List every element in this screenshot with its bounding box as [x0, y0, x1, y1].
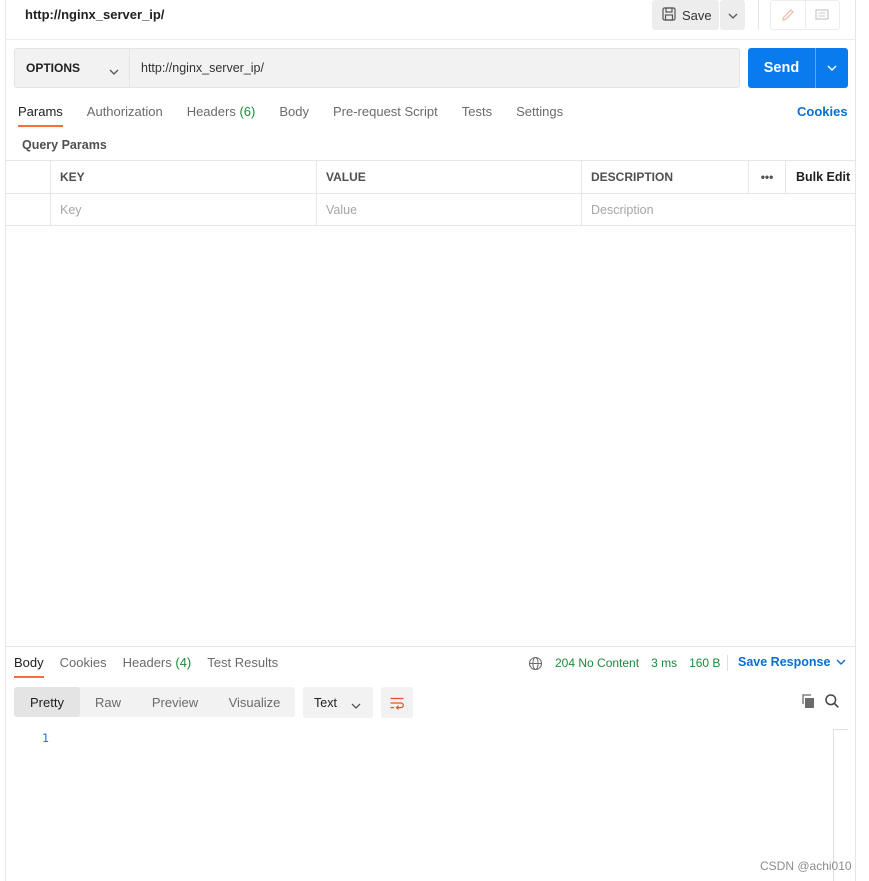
request-tabs: Params Authorization Headers (6) Body Pr… — [18, 104, 587, 128]
app-frame — [5, 0, 856, 881]
send-button-group: Send — [748, 48, 848, 88]
table-row: Key Value Description — [5, 193, 856, 226]
column-key: KEY — [50, 161, 316, 193]
save-response-button[interactable]: Save Response — [738, 655, 846, 669]
copy-icon[interactable] — [800, 693, 816, 714]
tab-pre-request-script[interactable]: Pre-request Script — [333, 104, 438, 128]
chevron-down-icon — [109, 64, 119, 78]
comment-icon — [815, 9, 829, 20]
response-size[interactable]: 160 B — [689, 656, 720, 670]
response-tabs: Body Cookies Headers (4) Test Results — [14, 655, 294, 679]
chevron-down-icon — [836, 659, 846, 665]
comments-button[interactable] — [806, 1, 840, 29]
response-tab-body[interactable]: Body — [14, 655, 44, 679]
format-label: Text — [314, 695, 337, 710]
tab-headers[interactable]: Headers (6) — [187, 104, 256, 128]
side-actions — [770, 0, 840, 30]
method-label: OPTIONS — [26, 61, 81, 75]
wrap-lines-button[interactable] — [381, 687, 413, 718]
save-options-button[interactable] — [720, 0, 745, 30]
chevron-down-icon — [827, 65, 837, 71]
response-tab-test-results[interactable]: Test Results — [207, 655, 278, 679]
tab-settings[interactable]: Settings — [516, 104, 563, 128]
response-tab-headers[interactable]: Headers (4) — [123, 655, 192, 679]
chevron-down-icon — [351, 698, 361, 712]
url-input[interactable]: http://nginx_server_ip/ — [129, 48, 740, 88]
pencil-icon — [781, 9, 794, 21]
query-params-table: KEY VALUE DESCRIPTION ••• Bulk Edit Key … — [5, 160, 856, 226]
save-label: Save — [682, 7, 712, 23]
response-view-selector: Pretty Raw Preview Visualize — [14, 687, 295, 717]
send-options-button[interactable] — [816, 48, 848, 88]
tab-params[interactable]: Params — [18, 104, 63, 128]
view-visualize[interactable]: Visualize — [214, 687, 295, 717]
meta-divider — [727, 655, 728, 671]
chevron-down-icon — [728, 6, 738, 24]
search-icon[interactable] — [824, 693, 840, 714]
view-preview[interactable]: Preview — [136, 687, 214, 717]
column-description: DESCRIPTION — [581, 161, 748, 193]
send-button[interactable]: Send — [748, 48, 815, 88]
column-value: VALUE — [316, 161, 581, 193]
wrap-lines-icon — [390, 697, 404, 710]
request-title-bar: http://nginx_server_ip/ Save — [5, 0, 856, 40]
request-title[interactable]: http://nginx_server_ip/ — [25, 7, 164, 22]
tab-authorization[interactable]: Authorization — [87, 104, 163, 128]
response-meta: 204 No Content 3 ms 160 B — [528, 655, 732, 671]
method-select[interactable]: OPTIONS — [14, 48, 130, 88]
param-value-input[interactable]: Value — [316, 194, 581, 226]
response-headers-count: (4) — [175, 655, 192, 670]
view-pretty[interactable]: Pretty — [14, 687, 80, 717]
edit-button[interactable] — [771, 1, 806, 29]
line-number: 1 — [42, 731, 49, 745]
pane-resize-divider[interactable] — [5, 646, 856, 647]
toolbar-divider — [758, 0, 759, 30]
save-button[interactable]: Save — [652, 0, 719, 30]
view-raw[interactable]: Raw — [80, 687, 136, 717]
response-tab-cookies[interactable]: Cookies — [60, 655, 107, 679]
response-time[interactable]: 3 ms — [651, 656, 677, 670]
query-params-title: Query Params — [22, 138, 107, 152]
param-key-input[interactable]: Key — [50, 194, 316, 226]
headers-count: (6) — [239, 104, 256, 119]
tab-tests[interactable]: Tests — [462, 104, 492, 128]
globe-icon[interactable] — [528, 656, 543, 671]
save-response-label: Save Response — [738, 655, 831, 669]
bulk-edit-button[interactable]: Bulk Edit — [785, 161, 856, 193]
status-code[interactable]: 204 No Content — [555, 656, 639, 670]
format-select[interactable]: Text — [303, 687, 373, 718]
param-description-input[interactable]: Description — [581, 194, 748, 226]
tab-body[interactable]: Body — [279, 104, 309, 128]
more-options-icon[interactable]: ••• — [748, 161, 785, 193]
save-icon — [662, 6, 676, 24]
cookies-link[interactable]: Cookies — [797, 104, 848, 119]
watermark: CSDN @achi010 — [760, 859, 852, 873]
table-header-row: KEY VALUE DESCRIPTION ••• Bulk Edit — [5, 160, 856, 193]
